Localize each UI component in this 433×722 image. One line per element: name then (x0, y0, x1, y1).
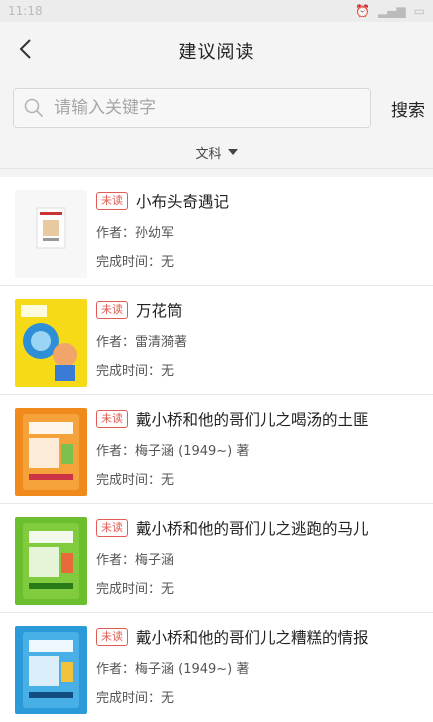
book-title: 小布头奇遇记 (136, 193, 230, 211)
signal-icon: ▂▄▆ (377, 4, 406, 18)
book-cover (15, 299, 87, 387)
divider (0, 169, 433, 177)
alarm-icon: ⏰ (355, 4, 370, 18)
book-title: 戴小桥和他的哥们儿之喝汤的土匪 (136, 411, 369, 429)
search-button[interactable]: 搜索 (371, 96, 425, 121)
unread-badge: 未读 (96, 628, 128, 646)
search-box[interactable] (13, 88, 371, 128)
filter-row: 文科 (0, 136, 433, 169)
book-author: 作者：雷清漪著 (96, 335, 188, 350)
chevron-left-icon (19, 39, 31, 59)
back-button[interactable] (8, 32, 42, 66)
status-time: 11:18 (8, 4, 43, 18)
book-completion-time: 完成时间：无 (96, 364, 175, 379)
book-completion-time: 完成时间：无 (96, 255, 175, 270)
search-input[interactable] (52, 97, 370, 119)
search-row: 搜索 (0, 80, 433, 136)
page-title: 建议阅读 (178, 42, 255, 63)
status-bar: 11:18 ⏰ ▂▄▆ ▭ (0, 0, 433, 22)
book-list: 未读 小布头奇遇记 作者：孙幼军 完成时间：无 未读 万花筒 作者：雷清漪著 完… (0, 177, 433, 722)
book-title: 戴小桥和他的哥们儿之糟糕的情报 (136, 629, 369, 647)
unread-badge: 未读 (96, 519, 128, 537)
book-item[interactable]: 未读 戴小桥和他的哥们儿之喝汤的土匪 作者：梅子涵 (1949~) 著 完成时间… (0, 395, 433, 504)
unread-badge: 未读 (96, 410, 128, 428)
battery-icon: ▭ (413, 4, 425, 18)
filter-label: 文科 (195, 146, 222, 162)
book-completion-time: 完成时间：无 (96, 473, 175, 488)
caret-down-icon (227, 149, 238, 155)
unread-badge: 未读 (96, 301, 128, 319)
book-cover (15, 626, 87, 714)
book-author: 作者：梅子涵 (96, 553, 175, 568)
book-title: 戴小桥和他的哥们儿之逃跑的马儿 (136, 520, 369, 538)
book-author: 作者：梅子涵 (1949~) 著 (96, 662, 250, 677)
book-author: 作者：梅子涵 (1949~) 著 (96, 444, 250, 459)
book-completion-time: 完成时间：无 (96, 691, 175, 706)
book-item[interactable]: 未读 小布头奇遇记 作者：孙幼军 完成时间：无 (0, 177, 433, 286)
search-icon (24, 98, 44, 118)
book-cover (15, 408, 87, 496)
book-cover (15, 517, 87, 605)
book-item[interactable]: 未读 万花筒 作者：雷清漪著 完成时间：无 (0, 286, 433, 395)
header: 建议阅读 (0, 22, 433, 80)
book-completion-time: 完成时间：无 (96, 582, 175, 597)
unread-badge: 未读 (96, 192, 128, 210)
category-filter-dropdown[interactable]: 文科 (195, 143, 238, 162)
book-title: 万花筒 (136, 302, 183, 320)
book-author: 作者：孙幼军 (96, 226, 175, 241)
book-item[interactable]: 未读 戴小桥和他的哥们儿之逃跑的马儿 作者：梅子涵 完成时间：无 (0, 504, 433, 613)
book-cover (15, 190, 87, 278)
book-item[interactable]: 未读 戴小桥和他的哥们儿之糟糕的情报 作者：梅子涵 (1949~) 著 完成时间… (0, 613, 433, 722)
